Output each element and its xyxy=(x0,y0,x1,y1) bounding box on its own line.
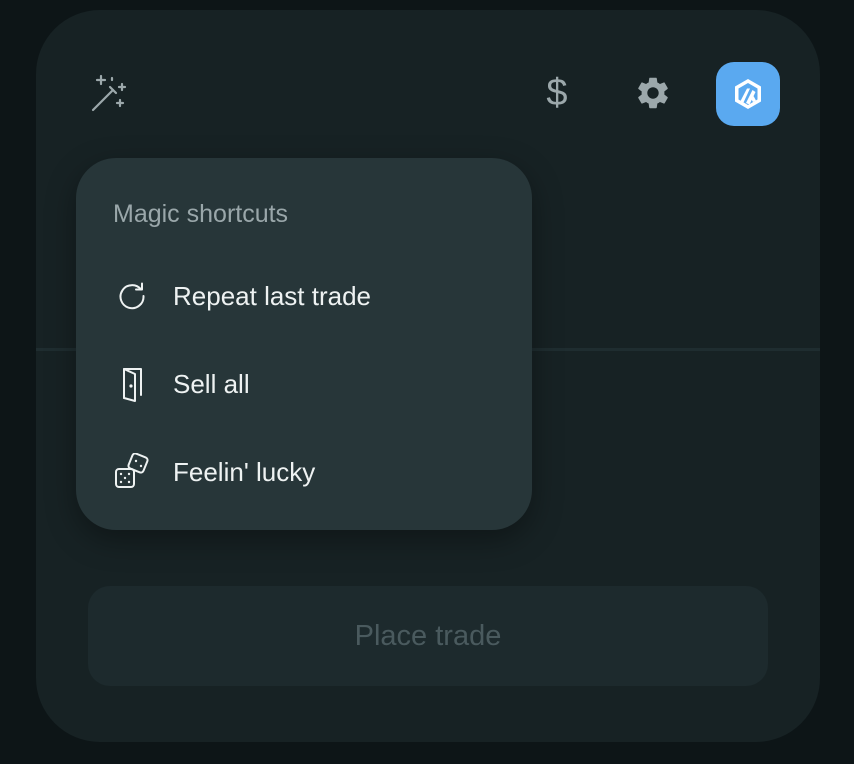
magic-shortcuts-menu: Magic shortcuts Repeat last trade Sell a… xyxy=(76,158,532,530)
dice-icon xyxy=(112,452,152,492)
menu-item-label: Repeat last trade xyxy=(173,280,372,311)
menu-item-feelin-lucky[interactable]: Feelin' lucky xyxy=(112,444,502,500)
door-exit-icon xyxy=(112,364,152,404)
network-selector-button[interactable] xyxy=(716,62,780,126)
refresh-icon xyxy=(112,276,152,316)
menu-item-label: Sell all xyxy=(173,368,250,399)
dollar-icon: $ xyxy=(546,72,568,114)
settings-button[interactable] xyxy=(630,70,676,116)
menu-item-repeat-last-trade[interactable]: Repeat last trade xyxy=(112,268,502,324)
magic-wand-icon xyxy=(91,74,127,112)
menu-title: Magic shortcuts xyxy=(113,200,289,228)
menu-item-sell-all[interactable]: Sell all xyxy=(112,356,502,412)
magic-shortcuts-button[interactable] xyxy=(86,70,132,116)
gear-icon xyxy=(638,77,668,109)
currency-toggle-button[interactable]: $ xyxy=(534,68,580,118)
arbitrum-logo-icon xyxy=(735,79,761,109)
place-trade-button[interactable]: Place trade xyxy=(88,586,768,686)
menu-item-label: Feelin' lucky xyxy=(173,456,316,487)
